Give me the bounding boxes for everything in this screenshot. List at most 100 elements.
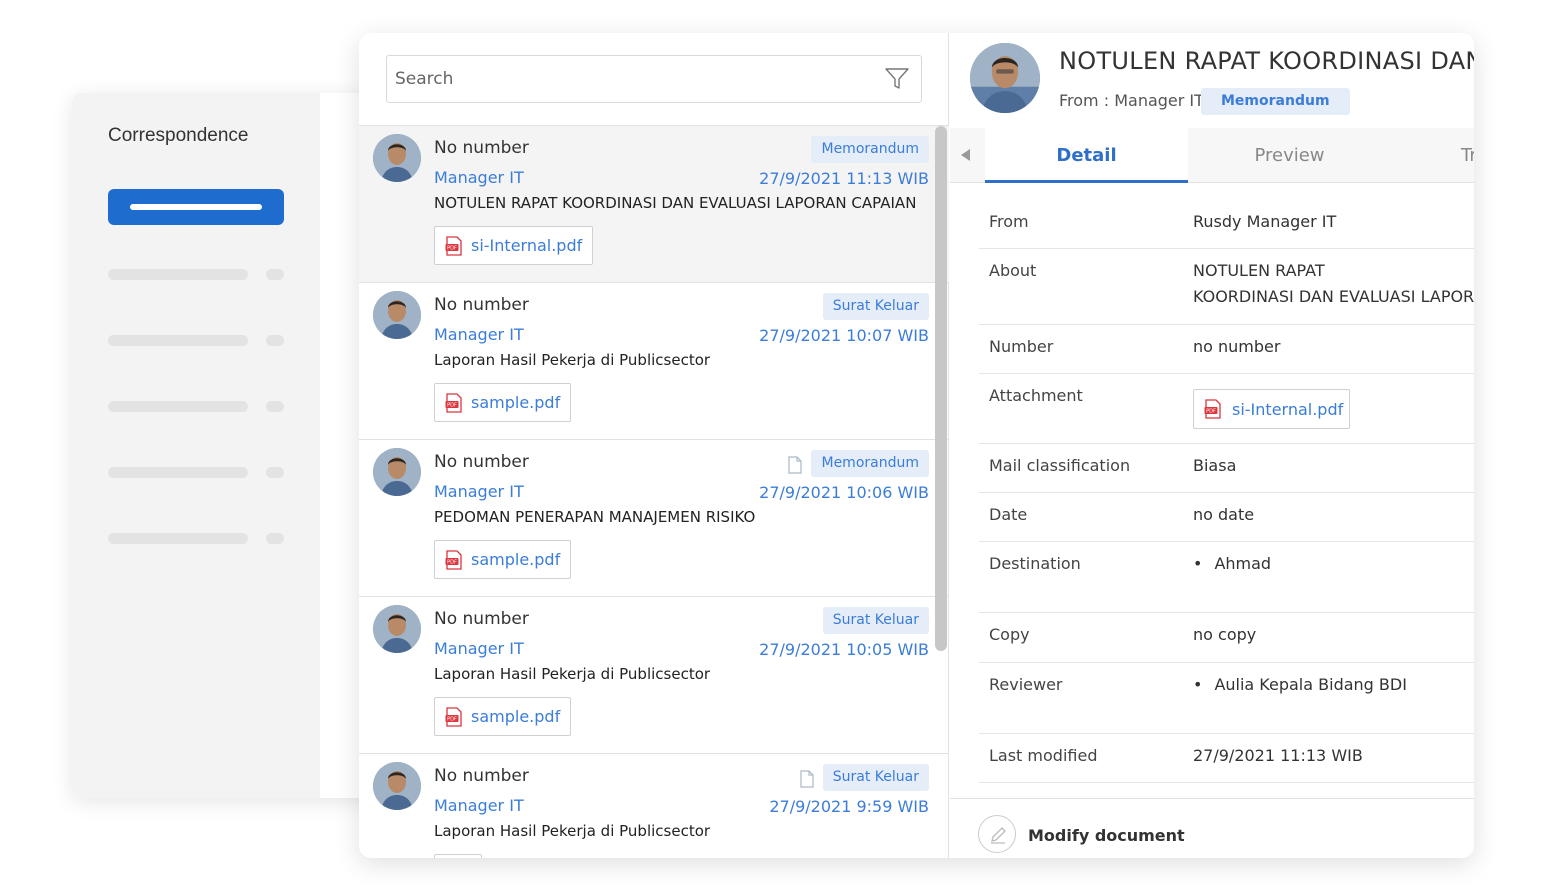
message-subject: Laporan Hasil Pekerja di Publicsector: [434, 822, 711, 840]
background-menu-placeholder-dot: [266, 269, 284, 280]
svg-text:PDF: PDF: [1206, 409, 1216, 415]
message-type-badge: Surat Keluar: [822, 293, 929, 320]
field-label: Destination: [989, 554, 1081, 573]
message-list: No number Memorandum Manager IT 27/9/202…: [359, 126, 949, 858]
background-menu-placeholder: [108, 533, 248, 544]
pdf-file-icon: PDF: [445, 706, 462, 727]
field-row-destination: Destination • Ahmad: [979, 542, 1474, 613]
message-type-badge: Memorandum: [811, 450, 929, 477]
background-menu-placeholder: [108, 401, 248, 412]
field-row-classification: Mail classification Biasa: [979, 444, 1474, 493]
attachment-label: sample.pdf: [471, 393, 561, 412]
message-list-item[interactable]: No number Surat Keluar Manager IT 27/9/2…: [359, 754, 949, 858]
field-value: no copy: [1193, 625, 1257, 644]
message-sender: Manager IT: [434, 796, 524, 815]
sender-avatar: [970, 43, 1040, 113]
attachment-chip[interactable]: PDF: [434, 854, 482, 858]
attachment-chip[interactable]: PDF sample.pdf: [434, 697, 572, 736]
field-label: About: [989, 261, 1037, 280]
list-scrollbar[interactable]: [935, 126, 947, 651]
correspondence-window: No number Memorandum Manager IT 27/9/202…: [359, 33, 1474, 858]
message-sender: Manager IT: [434, 482, 524, 501]
background-menu-placeholder: [108, 335, 248, 346]
attachment-chip[interactable]: PDF sample.pdf: [434, 383, 572, 422]
background-app-title: Correspondence: [108, 125, 249, 146]
field-value: NOTULEN RAPAT: [1193, 261, 1325, 280]
attachment-chip[interactable]: PDF sample.pdf: [434, 540, 572, 579]
message-list-item[interactable]: No number Surat Keluar Manager IT 27/9/2…: [359, 597, 949, 754]
destination-value: Ahmad: [1214, 554, 1272, 573]
message-number: No number: [434, 138, 529, 158]
message-subject: Laporan Hasil Pekerja di Publicsector: [434, 351, 711, 369]
svg-text:PDF: PDF: [447, 559, 457, 565]
attachment-label: si-Internal.pdf: [1232, 399, 1344, 419]
field-value: no date: [1193, 505, 1255, 524]
attachment-chip[interactable]: PDF si-Internal.pdf: [1193, 389, 1351, 429]
modify-document-button[interactable]: Modify document: [1028, 826, 1185, 845]
pdf-file-icon: PDF: [1204, 399, 1221, 419]
message-date: 27/9/2021 9:59 WIB: [769, 797, 929, 816]
detail-header: NOTULEN RAPAT KOORDINASI DAN E From : Ma…: [950, 33, 1474, 128]
message-date: 27/9/2021 10:07 WIB: [759, 326, 929, 345]
field-row-about: About NOTULEN RAPAT KOORDINASI DAN EVALU…: [979, 249, 1474, 325]
search-input[interactable]: [387, 56, 867, 102]
message-list-panel: No number Memorandum Manager IT 27/9/202…: [359, 33, 949, 858]
attachment-label: si-Internal.pdf: [471, 236, 583, 255]
tab-third-truncated[interactable]: Tr: [1391, 128, 1474, 183]
field-label: Date: [989, 505, 1028, 524]
field-value: Rusdy Manager IT: [1193, 212, 1337, 231]
detail-panel: NOTULEN RAPAT KOORDINASI DAN E From : Ma…: [950, 33, 1474, 858]
detail-fields: From Rusdy Manager IT About NOTULEN RAPA…: [979, 200, 1474, 783]
tab-preview[interactable]: Preview: [1188, 128, 1391, 183]
field-row-date: Date no date: [979, 493, 1474, 542]
field-label: Last modified: [989, 746, 1098, 765]
message-sender: Manager IT: [434, 639, 524, 658]
field-row-copy: Copy no copy: [979, 613, 1474, 663]
background-menu-placeholder-dot: [266, 467, 284, 478]
background-menu-placeholder-dot: [266, 533, 284, 544]
background-app-window: Correspondence: [72, 93, 382, 798]
edit-pen-icon[interactable]: [978, 815, 1016, 853]
detail-type-badge: Memorandum: [1201, 88, 1350, 115]
search-box: [386, 55, 922, 103]
attachment-chip[interactable]: PDF si-Internal.pdf: [434, 226, 594, 265]
message-type-badge: Surat Keluar: [822, 607, 929, 634]
sender-avatar: [373, 134, 421, 182]
field-value: no number: [1193, 337, 1281, 356]
field-value: KOORDINASI DAN EVALUASI LAPORAN: [1193, 287, 1474, 306]
message-list-item[interactable]: No number Memorandum Manager IT 27/9/202…: [359, 440, 949, 597]
message-subject: Laporan Hasil Pekerja di Publicsector: [434, 665, 711, 683]
field-label: Mail classification: [989, 456, 1131, 475]
field-row-reviewer: Reviewer • Aulia Kepala Bidang BDI: [979, 663, 1474, 734]
tab-scroll-left-icon[interactable]: [958, 147, 974, 163]
message-subject: PEDOMAN PENERAPAN MANAJEMEN RISIKO: [434, 508, 756, 526]
field-label: Copy: [989, 625, 1030, 644]
message-date: 27/9/2021 10:05 WIB: [759, 640, 929, 659]
message-number: No number: [434, 452, 529, 472]
background-menu-placeholder: [108, 269, 248, 280]
svg-text:PDF: PDF: [447, 245, 457, 251]
field-row-last-modified: Last modified 27/9/2021 11:13 WIB: [979, 734, 1474, 783]
message-subject: NOTULEN RAPAT KOORDINASI DAN EVALUASI LA…: [434, 194, 917, 212]
field-row-attachment: Attachment PDF si-Internal.pdf: [979, 374, 1474, 444]
field-value-list: • Aulia Kepala Bidang BDI: [1193, 675, 1407, 694]
detail-tabs: Detail Preview Tr: [950, 128, 1474, 183]
background-menu-placeholder-dot: [266, 335, 284, 346]
field-row-from: From Rusdy Manager IT: [979, 200, 1474, 249]
message-number: No number: [434, 766, 529, 786]
pdf-file-icon: PDF: [445, 549, 462, 570]
filter-icon[interactable]: [885, 68, 909, 90]
message-date: 27/9/2021 11:13 WIB: [759, 169, 929, 188]
message-list-item[interactable]: No number Surat Keluar Manager IT 27/9/2…: [359, 283, 949, 440]
message-sender: Manager IT: [434, 168, 524, 187]
field-value-list: • Ahmad: [1193, 554, 1271, 573]
document-icon: [788, 456, 802, 474]
detail-footer: Modify document: [950, 798, 1474, 858]
message-list-item[interactable]: No number Memorandum Manager IT 27/9/202…: [359, 126, 949, 283]
message-sender: Manager IT: [434, 325, 524, 344]
background-active-menu-item[interactable]: [108, 189, 284, 225]
sender-avatar: [373, 291, 421, 339]
detail-title: NOTULEN RAPAT KOORDINASI DAN E: [1059, 47, 1474, 75]
attachment-label: sample.pdf: [471, 550, 561, 569]
tab-detail[interactable]: Detail: [985, 128, 1188, 183]
